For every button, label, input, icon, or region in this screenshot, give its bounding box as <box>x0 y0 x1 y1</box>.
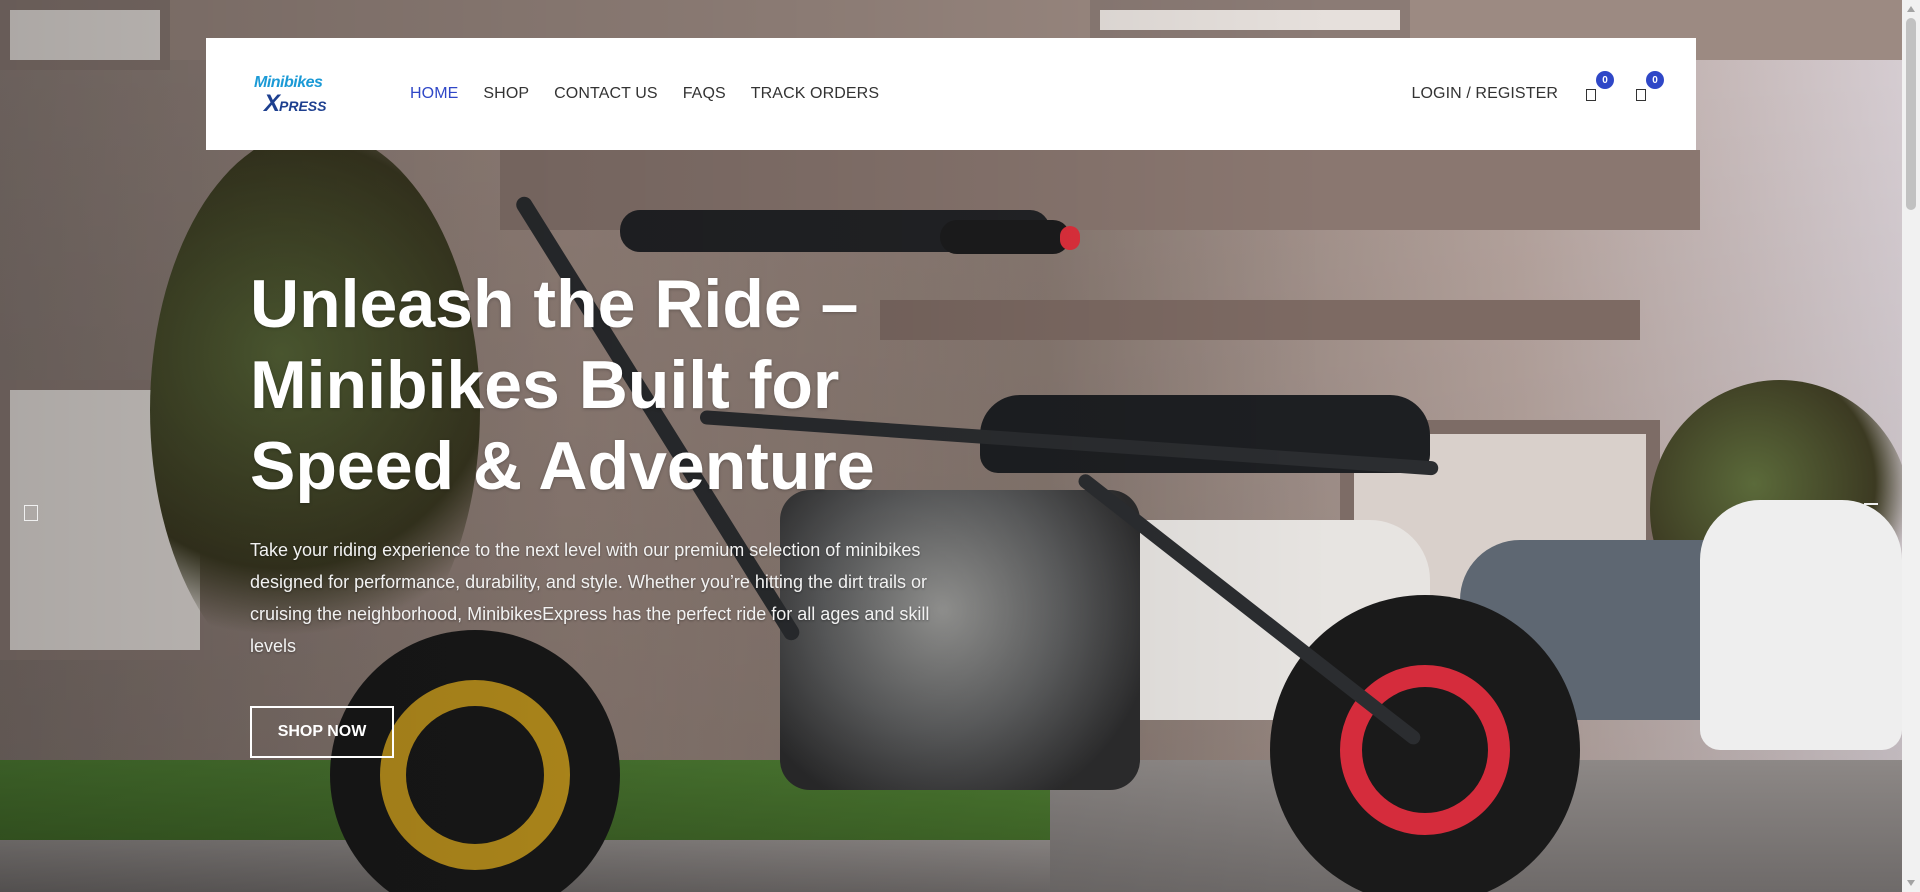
cart-button[interactable]: 0 <box>1634 71 1664 103</box>
scroll-up-icon[interactable] <box>1907 6 1915 12</box>
hero-title: Unleash the Ride – Minibikes Built for S… <box>250 266 875 504</box>
shop-now-button[interactable]: SHOP NOW <box>250 706 394 758</box>
nav-item-track-orders[interactable]: TRACK ORDERS <box>751 85 879 103</box>
logo-x: X <box>264 90 280 117</box>
slider-next-icon[interactable] <box>1864 503 1878 505</box>
logo-press: PRESS <box>279 98 327 114</box>
logo-line2: XPRESS <box>264 90 326 118</box>
nav-item-faqs[interactable]: FAQS <box>683 85 726 103</box>
wishlist-icon <box>1586 89 1596 101</box>
scroll-thumb[interactable] <box>1906 18 1916 210</box>
nav-item-home[interactable]: HOME <box>410 85 458 103</box>
site-logo[interactable]: Minibikes XPRESS <box>254 74 354 120</box>
nav-item-contact-us[interactable]: CONTACT US <box>554 85 658 103</box>
main-nav: HOME SHOP CONTACT US FAQS TRACK ORDERS <box>410 38 904 150</box>
cart-count-badge: 0 <box>1646 71 1664 89</box>
page-scrollbar[interactable] <box>1902 0 1920 892</box>
wishlist-count-badge: 0 <box>1596 71 1614 89</box>
scroll-down-icon[interactable] <box>1907 880 1915 886</box>
page: Minibikes XPRESS HOME SHOP CONTACT US FA… <box>0 0 1920 892</box>
slider-prev-icon[interactable] <box>24 505 38 521</box>
header-actions: LOGIN / REGISTER 0 0 <box>1411 38 1664 150</box>
cart-icon <box>1636 89 1646 101</box>
wishlist-button[interactable]: 0 <box>1584 71 1614 103</box>
hero-description: Take your riding experience to the next … <box>250 540 930 656</box>
nav-item-shop[interactable]: SHOP <box>483 85 529 103</box>
login-register-link[interactable]: LOGIN / REGISTER <box>1411 85 1558 103</box>
site-header: Minibikes XPRESS HOME SHOP CONTACT US FA… <box>206 38 1696 150</box>
